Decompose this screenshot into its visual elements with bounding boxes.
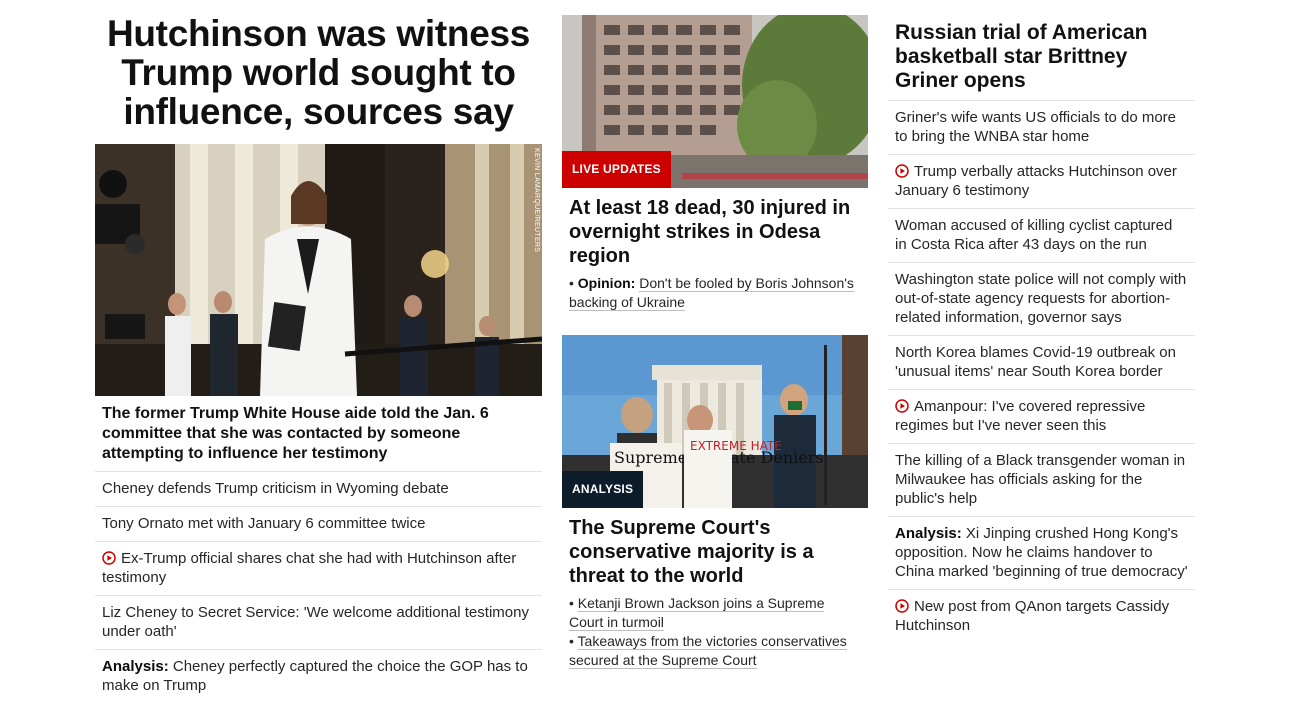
item-text: Washington state police will not comply … (895, 271, 1187, 326)
related-link[interactable]: • Ketanji Brown Jackson joins a Supreme … (569, 594, 861, 632)
item-text: Cheney defends Trump criticism in Wyomin… (102, 480, 449, 497)
video-play-icon (895, 399, 909, 413)
hearing-room-photo (95, 144, 542, 396)
live-updates-badge[interactable]: LIVE UPDATES (562, 151, 671, 188)
odesa-headline-link[interactable]: At least 18 dead, 30 injured in overnigh… (562, 188, 868, 268)
supreme-court-image[interactable]: Supreme Climate Deniers EXTREME HATE ANA… (562, 335, 868, 508)
list-item[interactable]: New post from QAnon targets Cassidy Hutc… (888, 590, 1195, 643)
main-story-column: Hutchinson was witness Trump world sough… (95, 0, 542, 703)
video-play-icon (102, 551, 116, 565)
opinion-label: Opinion: (577, 275, 636, 291)
list-item[interactable]: Ex-Trump official shares chat she had wi… (95, 542, 542, 596)
item-text: The killing of a Black transgender woman… (895, 452, 1186, 507)
list-item[interactable]: Tony Ornato met with January 6 committee… (95, 507, 542, 542)
list-item[interactable]: Analysis: Cheney perfectly captured the … (95, 650, 542, 703)
third-column: Russian trial of American basketball sta… (888, 0, 1195, 643)
image-credit: KEVIN LAMARQUE/REUTERS (533, 148, 540, 253)
odesa-image[interactable]: LIVE UPDATES (562, 15, 868, 188)
list-item[interactable]: Liz Cheney to Secret Service: 'We welcom… (95, 596, 542, 650)
supreme-court-card: Supreme Climate Deniers EXTREME HATE ANA… (562, 335, 868, 670)
opinion-link[interactable]: • Opinion: Don't be fooled by Boris John… (569, 274, 861, 312)
protest-sign-text-2: EXTREME HATE (690, 439, 782, 453)
lead-text: The former Trump White House aide told t… (102, 405, 489, 462)
lead-summary[interactable]: The former Trump White House aide told t… (95, 396, 542, 472)
griner-headline-link[interactable]: Russian trial of American basketball sta… (888, 0, 1195, 101)
item-text: Ex-Trump official shares chat she had wi… (102, 550, 517, 586)
supreme-court-headline-link[interactable]: The Supreme Court's conservative majorit… (562, 508, 868, 588)
list-item[interactable]: Woman accused of killing cyclist capture… (888, 209, 1195, 263)
list-item[interactable]: Amanpour: I've covered repressive regime… (888, 390, 1195, 444)
list-item[interactable]: North Korea blames Covid-19 outbreak on … (888, 336, 1195, 390)
analysis-label: Analysis: (102, 658, 169, 675)
sub-link-text[interactable]: Takeaways from the victories conservativ… (569, 633, 847, 669)
item-text: New post from QAnon targets Cassidy Hutc… (895, 598, 1170, 634)
related-list: Cheney defends Trump criticism in Wyomin… (95, 472, 542, 703)
item-text: Tony Ornato met with January 6 committee… (102, 515, 426, 532)
item-text: Woman accused of killing cyclist capture… (895, 217, 1173, 253)
analysis-label: Analysis: (895, 525, 962, 542)
odesa-related-links: • Opinion: Don't be fooled by Boris John… (562, 268, 868, 312)
list-item[interactable]: Trump verbally attacks Hutchinson over J… (888, 155, 1195, 209)
hero-image[interactable]: KEVIN LAMARQUE/REUTERS (95, 144, 542, 396)
supreme-court-related-links: • Ketanji Brown Jackson joins a Supreme … (562, 588, 868, 670)
headline-list: Griner's wife wants US officials to do m… (888, 101, 1195, 643)
item-text: Trump verbally attacks Hutchinson over J… (895, 163, 1177, 199)
hero-headline-link[interactable]: Hutchinson was witness Trump world sough… (95, 14, 542, 131)
related-link[interactable]: • Takeaways from the victories conservat… (569, 632, 861, 670)
video-play-icon (895, 164, 909, 178)
sub-link-text[interactable]: Ketanji Brown Jackson joins a Supreme Co… (569, 595, 825, 631)
item-text: Amanpour: I've covered repressive regime… (895, 398, 1146, 434)
list-item[interactable]: The killing of a Black transgender woman… (888, 444, 1195, 517)
list-item[interactable]: Cheney defends Trump criticism in Wyomin… (95, 472, 542, 507)
video-play-icon (895, 599, 909, 613)
list-item[interactable]: Griner's wife wants US officials to do m… (888, 101, 1195, 155)
list-item[interactable]: Washington state police will not comply … (888, 263, 1195, 336)
secondary-column: LIVE UPDATES At least 18 dead, 30 injure… (562, 0, 868, 670)
item-text: Liz Cheney to Secret Service: 'We welcom… (102, 604, 529, 640)
list-item[interactable]: Analysis: Xi Jinping crushed Hong Kong's… (888, 517, 1195, 590)
item-text: North Korea blames Covid-19 outbreak on … (895, 344, 1176, 380)
analysis-badge[interactable]: ANALYSIS (562, 471, 644, 508)
item-text: Griner's wife wants US officials to do m… (895, 109, 1177, 145)
